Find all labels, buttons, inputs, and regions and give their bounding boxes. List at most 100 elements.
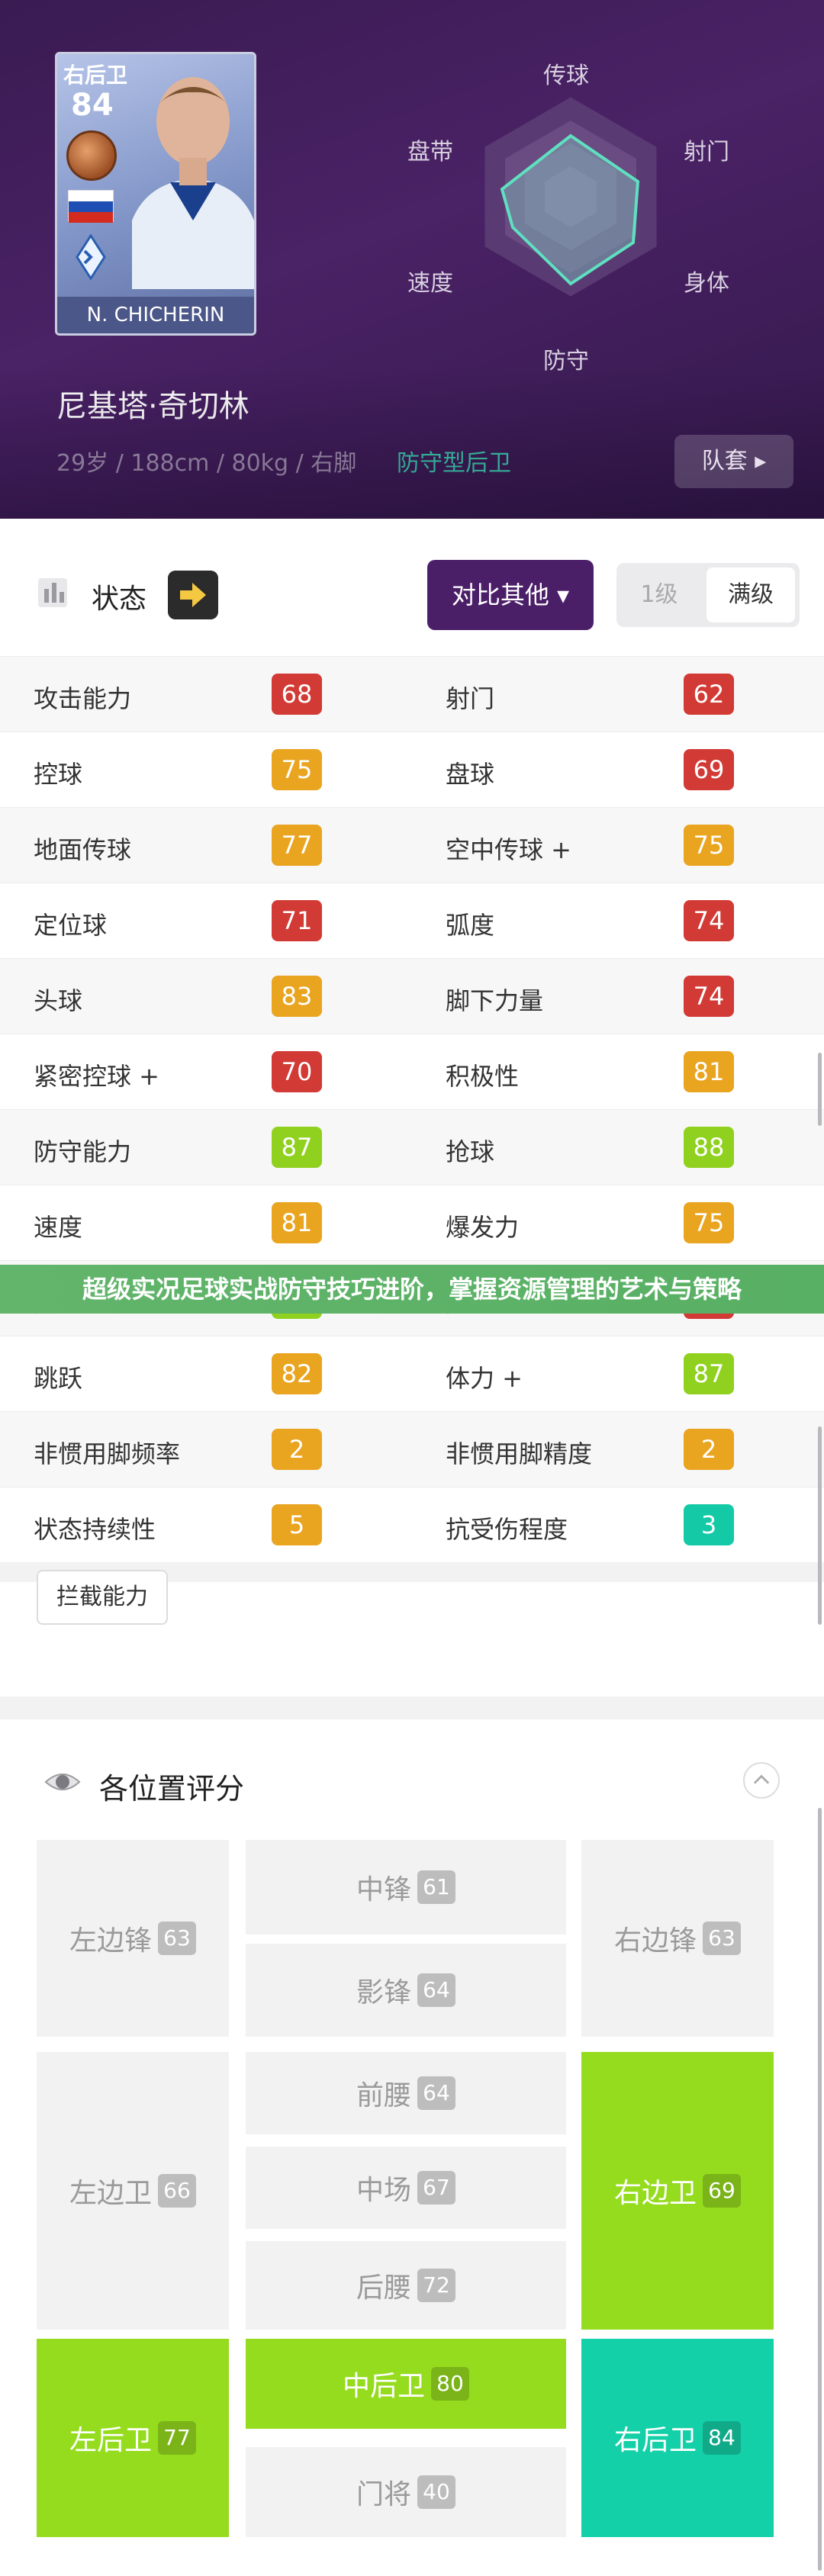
position-rating: 63 bbox=[158, 1922, 196, 1955]
card-position: 右后卫 bbox=[63, 63, 128, 88]
stat-value: 71 bbox=[272, 900, 322, 941]
card-rating: 84 bbox=[71, 88, 114, 123]
stat-item: 紧密控球 + 70 bbox=[0, 1034, 412, 1110]
position-cell[interactable]: 右后卫 84 bbox=[581, 2339, 774, 2537]
stat-item: 攻击能力 68 bbox=[0, 657, 412, 732]
position-rating: 84 bbox=[703, 2421, 741, 2455]
stat-row: 地面传球 77 空中传球 + 75 bbox=[0, 807, 824, 883]
position-rating: 80 bbox=[431, 2367, 469, 2401]
position-label: 左边锋 bbox=[69, 1925, 152, 1957]
stat-value: 83 bbox=[272, 976, 322, 1017]
stat-name: 紧密控球 + bbox=[34, 1062, 159, 1091]
radar-label-speed: 速度 bbox=[407, 270, 453, 297]
badge-icon bbox=[66, 130, 117, 181]
position-label: 右边卫 bbox=[613, 2178, 697, 2209]
club-crest-icon bbox=[76, 234, 106, 280]
stat-name: 爆发力 bbox=[446, 1213, 520, 1242]
stat-value: 82 bbox=[272, 1353, 322, 1394]
stat-item: 抢球 88 bbox=[412, 1110, 824, 1185]
stat-item: 盘球 69 bbox=[412, 732, 824, 808]
position-rating: 72 bbox=[417, 2269, 455, 2302]
status-icon bbox=[38, 578, 67, 607]
stat-name: 定位球 bbox=[34, 911, 108, 940]
position-cell[interactable]: 门将 40 bbox=[246, 2447, 566, 2537]
stat-item: 控球 75 bbox=[0, 732, 412, 808]
stat-name: 跳跃 bbox=[34, 1364, 83, 1393]
position-cell[interactable]: 左边卫 66 bbox=[37, 2052, 229, 2330]
card-player-name: N. CHICHERIN bbox=[57, 297, 254, 333]
attribute-radar-chart: 传球 射门 身体 防守 速度 盘带 bbox=[381, 46, 778, 381]
position-label: 前腰 bbox=[356, 2080, 411, 2111]
stat-name: 脚下力量 bbox=[446, 986, 544, 1015]
chevron-up-icon[interactable] bbox=[743, 1762, 780, 1799]
stat-name: 控球 bbox=[34, 760, 83, 789]
scrollbar-thumb[interactable] bbox=[818, 1053, 822, 1126]
stat-value: 3 bbox=[684, 1504, 734, 1545]
position-cell[interactable]: 中场 67 bbox=[246, 2147, 566, 2229]
stat-row: 头球 83 脚下力量 74 bbox=[0, 958, 824, 1034]
position-rating: 64 bbox=[417, 2076, 455, 2110]
stat-row: 攻击能力 68 射门 62 bbox=[0, 656, 824, 732]
stat-value: 62 bbox=[684, 674, 734, 715]
stat-name: 地面传球 bbox=[34, 835, 132, 864]
position-cell[interactable]: 右边锋 63 bbox=[581, 1840, 774, 2037]
position-label: 左边卫 bbox=[69, 2178, 152, 2209]
position-cell[interactable]: 中锋 61 bbox=[246, 1840, 566, 1934]
position-cell[interactable]: 左后卫 77 bbox=[37, 2339, 229, 2537]
stats-table: 攻击能力 68 射门 62 控球 75 盘球 69 地面传球 77 空中传球 + 75 定位球 71 弧度 7… bbox=[0, 656, 824, 1562]
stat-row: 跳跃 82 体力 + 87 bbox=[0, 1336, 824, 1411]
position-cell[interactable]: 前腰 64 bbox=[246, 2052, 566, 2134]
stat-value: 87 bbox=[272, 1127, 322, 1168]
radar-label-dribbling: 盘带 bbox=[407, 139, 453, 166]
arrow-right-icon[interactable] bbox=[168, 571, 218, 619]
position-cell[interactable]: 中后卫 80 bbox=[246, 2339, 566, 2429]
position-label: 后腰 bbox=[356, 2272, 411, 2304]
stat-item: 爆发力 75 bbox=[412, 1185, 824, 1261]
position-cell[interactable]: 左边锋 63 bbox=[37, 1840, 229, 2037]
radar-label-physical: 身体 bbox=[684, 270, 729, 297]
level-1-option[interactable]: 1级 bbox=[616, 563, 702, 627]
status-title: 状态 bbox=[92, 584, 147, 615]
stat-item: 防守能力 87 bbox=[0, 1110, 412, 1185]
position-label: 影锋 bbox=[356, 1977, 411, 2008]
player-photo bbox=[132, 77, 254, 289]
stat-name: 头球 bbox=[34, 986, 83, 1015]
stat-item: 脚下力量 74 bbox=[412, 959, 824, 1034]
play-style[interactable]: 防守型后卫 bbox=[397, 444, 511, 478]
stat-name: 抗受伤程度 bbox=[446, 1515, 568, 1544]
level-max-option[interactable]: 满级 bbox=[707, 568, 795, 622]
skill-chip[interactable]: 拦截能力 bbox=[37, 1570, 168, 1625]
stat-value: 81 bbox=[684, 1051, 734, 1092]
position-cell[interactable]: 右边卫 69 bbox=[581, 2052, 774, 2330]
stat-name: 盘球 bbox=[446, 760, 495, 789]
stat-name: 非惯用脚精度 bbox=[446, 1439, 593, 1468]
position-cell[interactable]: 影锋 64 bbox=[246, 1944, 566, 2037]
stat-name: 防守能力 bbox=[34, 1137, 132, 1166]
stat-name: 弧度 bbox=[446, 911, 495, 940]
scrollbar-thumb[interactable] bbox=[818, 1808, 822, 2571]
overlay-banner: 超级实况足球实战防守技巧进阶，掌握资源管理的艺术与策略 bbox=[0, 1265, 824, 1314]
scrollbar-thumb[interactable] bbox=[818, 1426, 822, 1625]
stat-name: 非惯用脚频率 bbox=[34, 1439, 181, 1468]
stat-name: 体力 + bbox=[446, 1364, 523, 1393]
compare-others-button[interactable]: 对比其他 ▾ bbox=[427, 560, 594, 630]
team-kit-button[interactable]: 队套 ▸ bbox=[674, 435, 793, 488]
stat-value: 75 bbox=[684, 1202, 734, 1243]
player-full-name: 尼基塔·奇切林 bbox=[56, 389, 249, 424]
stat-value: 75 bbox=[684, 825, 734, 866]
stat-item: 体力 + 87 bbox=[412, 1336, 824, 1412]
stat-row: 防守能力 87 抢球 88 bbox=[0, 1109, 824, 1185]
radar-label-passing: 传球 bbox=[543, 63, 589, 89]
position-rating: 69 bbox=[703, 2174, 741, 2208]
stat-item: 地面传球 77 bbox=[0, 808, 412, 883]
stat-item: 状态持续性 5 bbox=[0, 1487, 412, 1563]
level-toggle: 1级 满级 bbox=[616, 563, 800, 627]
stat-row: 定位球 71 弧度 74 bbox=[0, 883, 824, 958]
stat-row: 紧密控球 + 70 积极性 81 bbox=[0, 1034, 824, 1109]
stat-value: 68 bbox=[272, 674, 322, 715]
position-cell[interactable]: 后腰 72 bbox=[246, 2241, 566, 2330]
stat-item: 非惯用脚频率 2 bbox=[0, 1412, 412, 1487]
stat-value: 87 bbox=[684, 1353, 734, 1394]
stat-item: 弧度 74 bbox=[412, 883, 824, 959]
stat-row: 非惯用脚频率 2 非惯用脚精度 2 bbox=[0, 1411, 824, 1487]
